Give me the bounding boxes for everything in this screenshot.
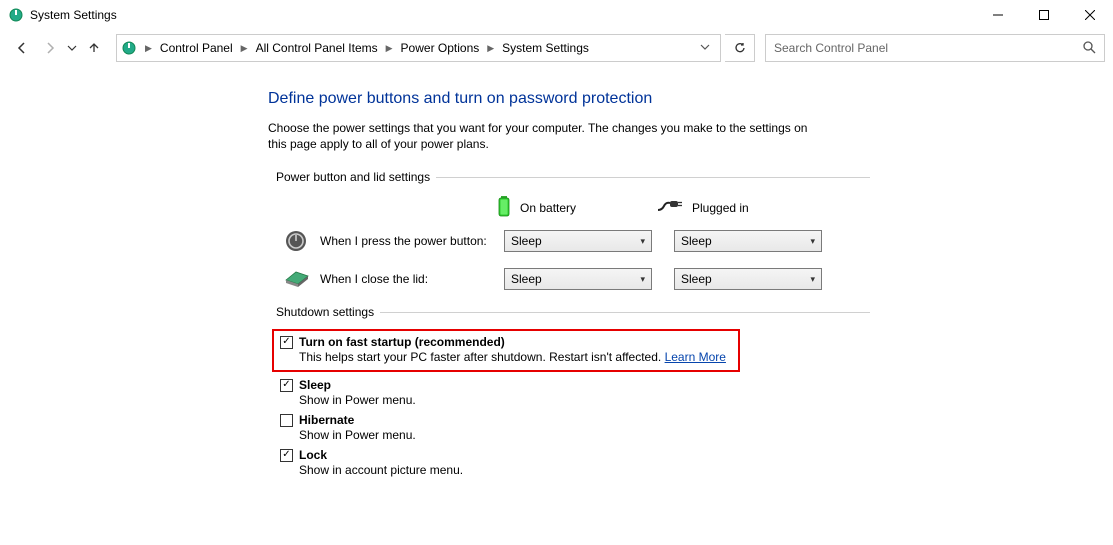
window-title: System Settings [30, 8, 117, 22]
breadcrumb-item[interactable]: Control Panel [156, 36, 237, 60]
checkbox-description: Show in Power menu. [299, 428, 870, 442]
section-header-shutdown: Shutdown settings [276, 305, 870, 319]
minimize-button[interactable] [975, 0, 1021, 30]
plug-icon [656, 198, 684, 217]
chevron-right-icon[interactable]: ▶ [143, 43, 154, 54]
shutdown-item-fast-startup: Turn on fast startup (recommended) This … [272, 329, 740, 372]
row-label: When I close the lid: [320, 272, 496, 286]
shutdown-item-hibernate: Hibernate Show in Power menu. [280, 413, 870, 442]
chevron-right-icon[interactable]: ▶ [239, 43, 250, 54]
hibernate-checkbox[interactable] [280, 414, 293, 427]
breadcrumb-item[interactable]: System Settings [498, 36, 593, 60]
maximize-button[interactable] [1021, 0, 1067, 30]
checkbox-description: Show in Power menu. [299, 393, 870, 407]
power-button-battery-select[interactable]: Sleep ▾ [504, 230, 652, 252]
content-pane: Define power buttons and turn on passwor… [0, 66, 870, 477]
search-icon[interactable] [1082, 40, 1096, 57]
checkbox-label: Lock [299, 448, 327, 462]
power-button-icon [280, 229, 312, 253]
checkbox-label: Hibernate [299, 413, 354, 427]
forward-button[interactable] [36, 34, 64, 62]
search-box[interactable] [765, 34, 1105, 62]
page-description: Choose the power settings that you want … [268, 120, 828, 152]
learn-more-link[interactable]: Learn More [665, 350, 726, 364]
power-options-icon [121, 40, 137, 56]
checkbox-label: Sleep [299, 378, 331, 392]
column-label-plugged: Plugged in [692, 201, 749, 215]
power-options-icon [8, 7, 24, 23]
search-input[interactable] [774, 41, 1082, 55]
section-header-power-button: Power button and lid settings [276, 170, 870, 184]
chevron-right-icon[interactable]: ▶ [384, 43, 395, 54]
address-bar[interactable]: ▶ Control Panel ▶ All Control Panel Item… [116, 34, 721, 62]
checkbox-label: Turn on fast startup (recommended) [299, 335, 505, 349]
refresh-button[interactable] [725, 34, 755, 62]
close-button[interactable] [1067, 0, 1113, 30]
titlebar: System Settings [0, 0, 1113, 30]
row-label: When I press the power button: [320, 234, 496, 248]
lock-checkbox[interactable] [280, 449, 293, 462]
close-lid-row: When I close the lid: Sleep ▾ Sleep ▾ [280, 267, 870, 291]
fast-startup-checkbox[interactable] [280, 336, 293, 349]
column-label-battery: On battery [520, 201, 576, 215]
chevron-down-icon: ▾ [640, 236, 645, 247]
shutdown-item-sleep: Sleep Show in Power menu. [280, 378, 870, 407]
close-lid-plugged-select[interactable]: Sleep ▾ [674, 268, 822, 290]
back-button[interactable] [8, 34, 36, 62]
breadcrumb-item[interactable]: All Control Panel Items [252, 36, 382, 60]
battery-icon [496, 194, 512, 221]
recent-locations-dropdown[interactable] [64, 34, 80, 62]
page-title: Define power buttons and turn on passwor… [268, 90, 870, 108]
breadcrumb-item[interactable]: Power Options [397, 36, 484, 60]
shutdown-settings-list: Turn on fast startup (recommended) This … [280, 329, 870, 477]
checkbox-description: Show in account picture menu. [299, 463, 870, 477]
power-button-plugged-select[interactable]: Sleep ▾ [674, 230, 822, 252]
chevron-down-icon: ▾ [640, 274, 645, 285]
up-button[interactable] [80, 34, 108, 62]
chevron-down-icon: ▾ [810, 236, 815, 247]
power-columns-header: On battery Plugged in [496, 194, 870, 221]
navigation-bar: ▶ Control Panel ▶ All Control Panel Item… [0, 30, 1113, 66]
close-lid-battery-select[interactable]: Sleep ▾ [504, 268, 652, 290]
address-dropdown[interactable] [694, 42, 716, 55]
power-button-row: When I press the power button: Sleep ▾ S… [280, 229, 870, 253]
shutdown-item-lock: Lock Show in account picture menu. [280, 448, 870, 477]
sleep-checkbox[interactable] [280, 379, 293, 392]
checkbox-description: This helps start your PC faster after sh… [299, 350, 732, 364]
chevron-right-icon[interactable]: ▶ [485, 43, 496, 54]
chevron-down-icon: ▾ [810, 274, 815, 285]
laptop-lid-icon [280, 267, 312, 291]
